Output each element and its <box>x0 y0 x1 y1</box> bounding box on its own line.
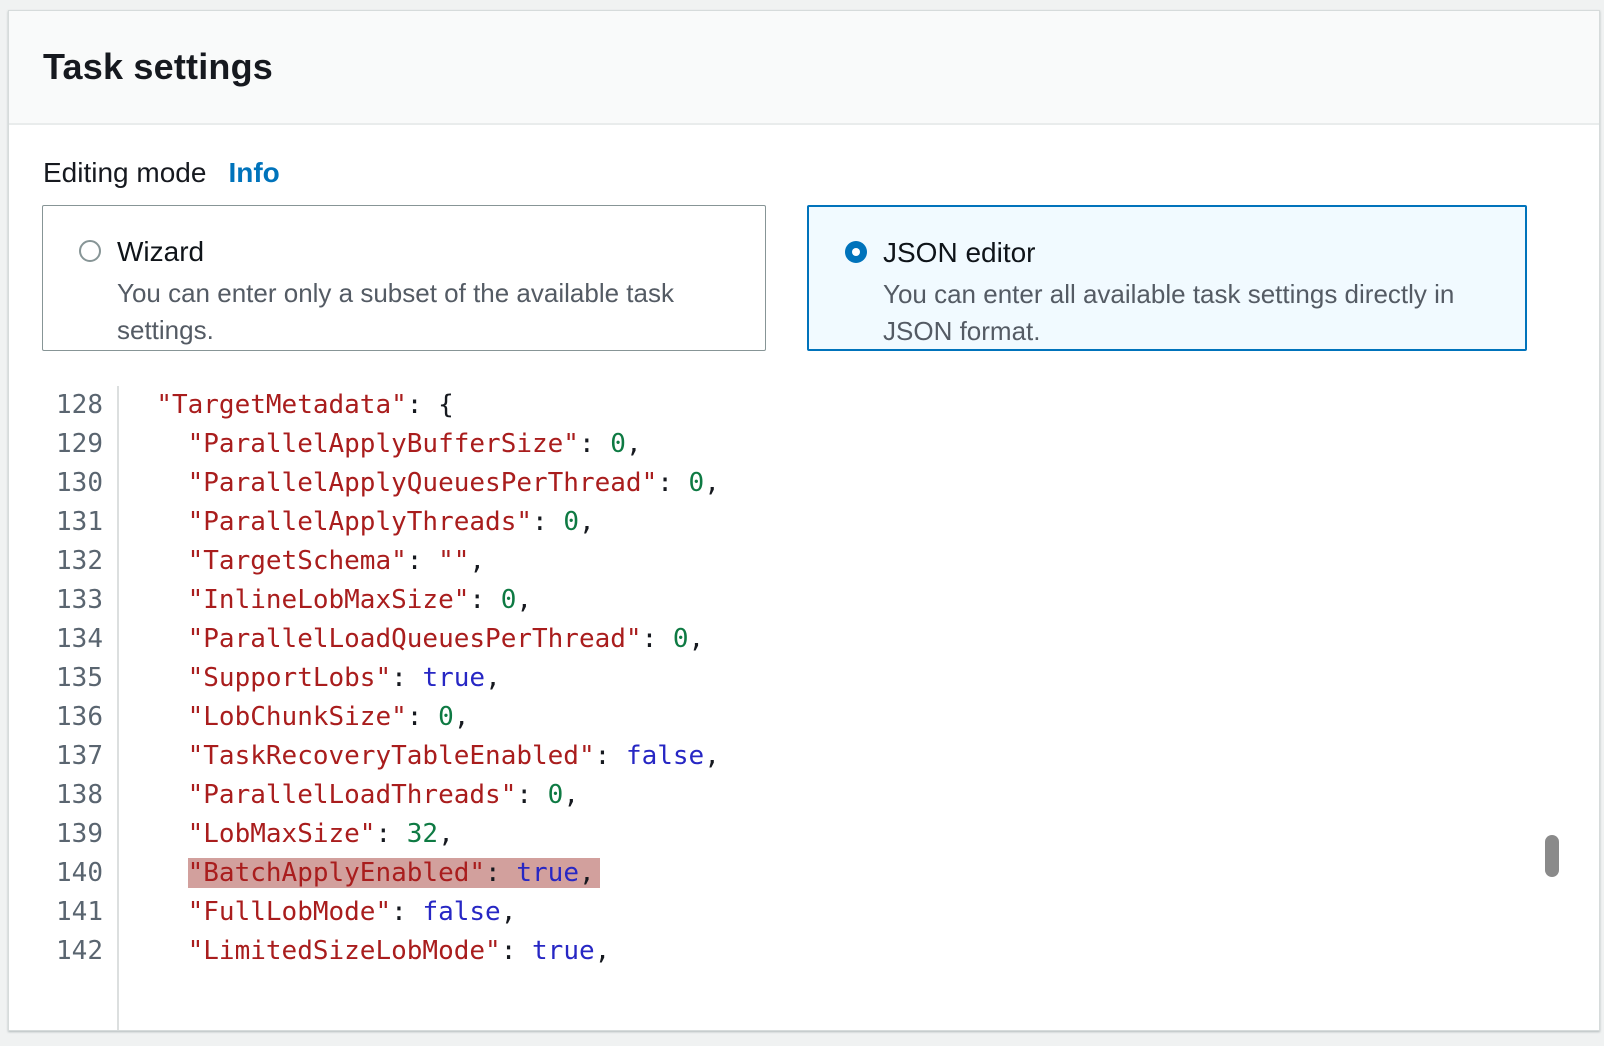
code-line[interactable]: 139 "LobMaxSize": 32, <box>9 815 1599 854</box>
code-text: "InlineLobMaxSize": 0, <box>117 581 532 620</box>
panel-header: Task settings <box>9 11 1599 125</box>
radio-unchecked-icon[interactable] <box>79 240 101 262</box>
code-line[interactable]: 128 "TargetMetadata": { <box>9 386 1599 425</box>
code-line[interactable]: 137 "TaskRecoveryTableEnabled": false, <box>9 737 1599 776</box>
line-number: 131 <box>9 503 117 542</box>
code-line[interactable]: 140 "BatchApplyEnabled": true, <box>9 854 1599 893</box>
line-number: 141 <box>9 893 117 932</box>
code-text: "LobMaxSize": 32, <box>117 815 454 854</box>
line-number: 139 <box>9 815 117 854</box>
task-settings-panel: Task settings Editing mode Info Wizard Y… <box>8 10 1600 1031</box>
gutter-separator <box>117 386 119 1030</box>
code-line[interactable]: 135 "SupportLobs": true, <box>9 659 1599 698</box>
code-text: "LobChunkSize": 0, <box>117 698 469 737</box>
line-number: 134 <box>9 620 117 659</box>
line-number: 138 <box>9 776 117 815</box>
code-lines: 128 "TargetMetadata": {129 "ParallelAppl… <box>9 386 1599 971</box>
tile-json-editor[interactable]: JSON editor You can enter all available … <box>807 205 1527 351</box>
code-line[interactable]: 138 "ParallelLoadThreads": 0, <box>9 776 1599 815</box>
line-number: 136 <box>9 698 117 737</box>
line-number: 132 <box>9 542 117 581</box>
tile-wizard-label: Wizard <box>117 236 717 268</box>
editing-mode-label: Editing mode <box>43 157 206 189</box>
line-number: 129 <box>9 425 117 464</box>
json-code-editor[interactable]: 128 "TargetMetadata": {129 "ParallelAppl… <box>9 386 1599 1030</box>
radio-dot <box>852 248 860 256</box>
tile-json-editor-label: JSON editor <box>883 237 1483 269</box>
line-number: 137 <box>9 737 117 776</box>
code-line[interactable]: 131 "ParallelApplyThreads": 0, <box>9 503 1599 542</box>
line-number: 133 <box>9 581 117 620</box>
editing-mode-row: Editing mode Info <box>43 157 280 189</box>
tile-wizard[interactable]: Wizard You can enter only a subset of th… <box>42 205 766 351</box>
code-line[interactable]: 136 "LobChunkSize": 0, <box>9 698 1599 737</box>
code-text: "BatchApplyEnabled": true, <box>117 854 600 893</box>
line-number: 135 <box>9 659 117 698</box>
code-line[interactable]: 134 "ParallelLoadQueuesPerThread": 0, <box>9 620 1599 659</box>
code-text: "ParallelLoadQueuesPerThread": 0, <box>117 620 704 659</box>
tile-wizard-description: You can enter only a subset of the avail… <box>117 275 717 349</box>
line-number: 140 <box>9 854 117 893</box>
code-line[interactable]: 141 "FullLobMode": false, <box>9 893 1599 932</box>
tile-wizard-text: Wizard You can enter only a subset of th… <box>117 236 717 349</box>
line-number: 130 <box>9 464 117 503</box>
code-line[interactable]: 133 "InlineLobMaxSize": 0, <box>9 581 1599 620</box>
line-number: 128 <box>9 386 117 425</box>
search-highlight: "BatchApplyEnabled": true, <box>188 858 600 888</box>
code-line[interactable]: 142 "LimitedSizeLobMode": true, <box>9 932 1599 971</box>
code-line[interactable]: 132 "TargetSchema": "", <box>9 542 1599 581</box>
page-title: Task settings <box>43 46 273 88</box>
code-line[interactable]: 129 "ParallelApplyBufferSize": 0, <box>9 425 1599 464</box>
code-text: "ParallelLoadThreads": 0, <box>117 776 579 815</box>
info-link[interactable]: Info <box>228 157 279 189</box>
tile-json-editor-text: JSON editor You can enter all available … <box>883 237 1483 350</box>
code-text: "SupportLobs": true, <box>117 659 501 698</box>
code-text: "LimitedSizeLobMode": true, <box>117 932 610 971</box>
code-text: "TaskRecoveryTableEnabled": false, <box>117 737 720 776</box>
radio-checked-icon[interactable] <box>845 241 867 263</box>
code-text: "ParallelApplyThreads": 0, <box>117 503 595 542</box>
code-text: "ParallelApplyBufferSize": 0, <box>117 425 642 464</box>
editor-scrollbar-thumb[interactable] <box>1545 835 1559 877</box>
code-text: "TargetSchema": "", <box>117 542 485 581</box>
code-text: "ParallelApplyQueuesPerThread": 0, <box>117 464 720 503</box>
tile-json-editor-description: You can enter all available task setting… <box>883 276 1483 350</box>
code-text: "TargetMetadata": { <box>117 386 454 425</box>
code-line[interactable]: 130 "ParallelApplyQueuesPerThread": 0, <box>9 464 1599 503</box>
line-number: 142 <box>9 932 117 971</box>
code-text: "FullLobMode": false, <box>117 893 516 932</box>
